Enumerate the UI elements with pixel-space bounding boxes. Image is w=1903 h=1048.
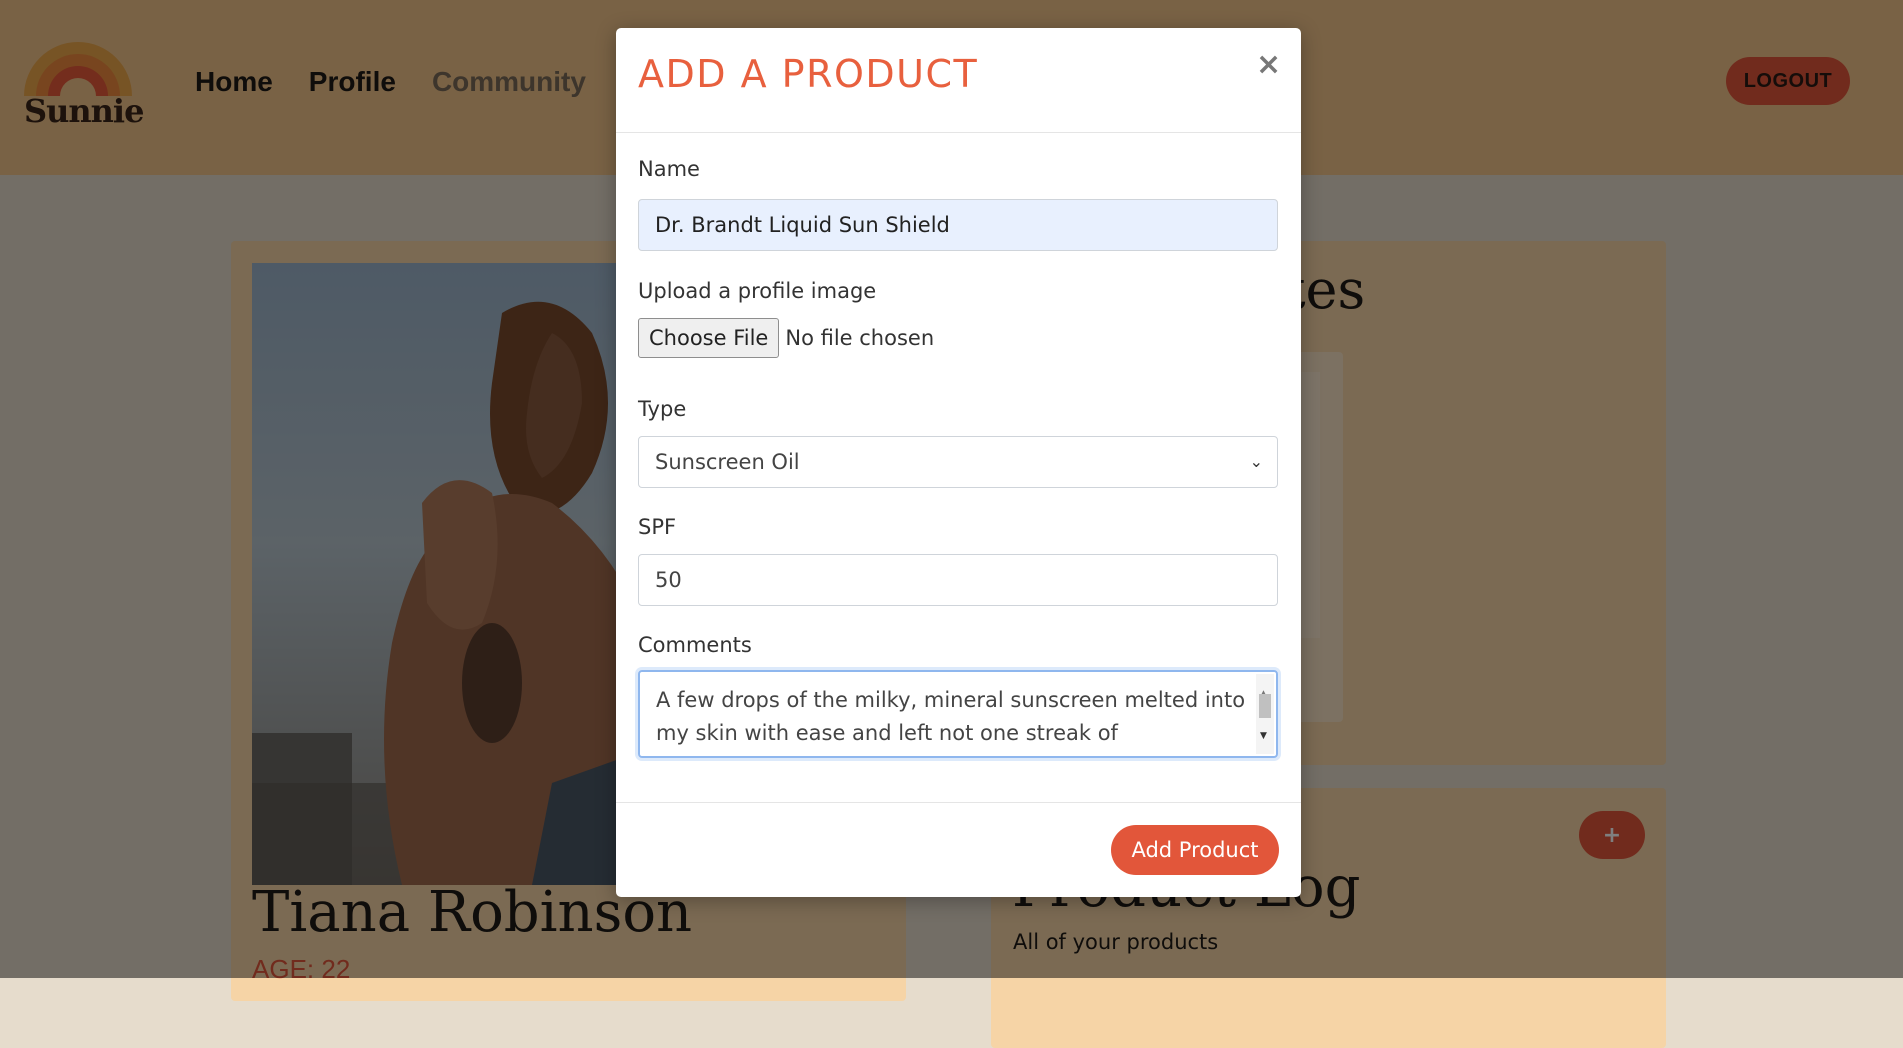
type-label: Type	[638, 397, 687, 421]
textarea-scrollbar[interactable]: ▲ ▼	[1256, 674, 1274, 754]
spf-input-value: 50	[655, 568, 682, 592]
add-product-modal: ADD A PRODUCT × Name Dr. Brandt Liquid S…	[616, 28, 1301, 897]
type-select[interactable]: Sunscreen Oil ⌄	[638, 436, 1278, 488]
add-product-button[interactable]: Add Product	[1111, 825, 1279, 875]
spf-input[interactable]: 50	[638, 554, 1278, 606]
comments-textarea[interactable]: A few drops of the milky, mineral sunscr…	[638, 670, 1278, 758]
name-label: Name	[638, 157, 700, 181]
scroll-thumb[interactable]	[1259, 694, 1271, 718]
choose-file-button[interactable]: Choose File	[638, 318, 780, 358]
name-input-value: Dr. Brandt Liquid Sun Shield	[655, 213, 950, 237]
name-input[interactable]: Dr. Brandt Liquid Sun Shield	[638, 199, 1278, 251]
chevron-down-icon: ⌄	[1249, 452, 1263, 471]
spf-label: SPF	[638, 515, 677, 539]
type-select-value: Sunscreen Oil	[655, 450, 800, 474]
comments-label: Comments	[638, 633, 752, 657]
comments-value: A few drops of the milky, mineral sunscr…	[656, 688, 1246, 745]
file-status: No file chosen	[785, 326, 935, 350]
file-upload: Choose File No file chosen	[638, 318, 934, 358]
image-label: Upload a profile image	[638, 279, 877, 303]
modal-header: ADD A PRODUCT ×	[616, 28, 1301, 133]
modal-title: ADD A PRODUCT	[638, 52, 979, 96]
scroll-down-icon[interactable]: ▼	[1260, 720, 1267, 753]
close-icon[interactable]: ×	[1256, 50, 1281, 80]
